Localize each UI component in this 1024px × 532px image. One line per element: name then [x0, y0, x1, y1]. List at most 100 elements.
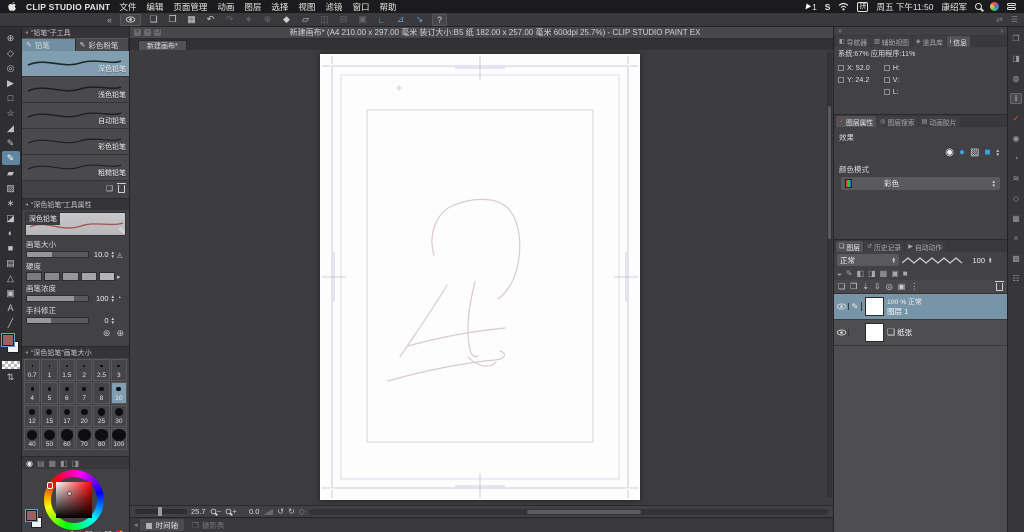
deselect-button[interactable]: ∗	[242, 14, 255, 26]
brush-size-15[interactable]: 15	[41, 405, 57, 427]
subtool-tab-1[interactable]: ✎铅笔	[22, 38, 76, 51]
property-slider[interactable]	[26, 295, 89, 302]
eraser-tool[interactable]: ◪	[2, 211, 20, 225]
siri-icon[interactable]	[990, 2, 999, 11]
stepper-icon[interactable]: ▲▼	[111, 295, 115, 302]
property-slider[interactable]	[26, 317, 89, 324]
close-window-button[interactable]: ×	[134, 29, 141, 36]
decoration-tool[interactable]: ∗	[2, 196, 20, 210]
divider-icon[interactable]: ⋮	[910, 282, 918, 291]
apply-mask-icon[interactable]: ▣	[898, 282, 906, 291]
airbrush-tool[interactable]: ▨	[2, 181, 20, 195]
menubar-user[interactable]: 康绍军	[941, 1, 967, 13]
menubar-clock[interactable]: 周五 下午11:50	[876, 1, 933, 13]
frame-border-tool[interactable]: ▣	[2, 286, 20, 300]
panel-menu-icon[interactable]: ☰	[1011, 15, 1018, 24]
material-paint-panel-icon[interactable]: ◍	[1010, 73, 1022, 84]
subtool-panel-header[interactable]: ◂“铅笔”子工具	[22, 27, 129, 38]
brush-tool[interactable]: ▰	[2, 166, 20, 180]
timeline-tab-时间轴[interactable]: ▦时间轴	[140, 519, 185, 531]
text-tool[interactable]: A	[2, 301, 20, 315]
navigate-tool[interactable]: ◎	[2, 61, 20, 75]
stepper-icon[interactable]: ▲▼	[111, 251, 115, 258]
brush-size-2[interactable]: 2	[76, 359, 92, 381]
menu-item-5[interactable]: 图层	[244, 1, 261, 13]
operation-tool[interactable]: ▶	[2, 76, 20, 90]
y-checkbox[interactable]	[838, 77, 844, 83]
tool-property-header[interactable]: ◂“深色铅笔”工具属性	[22, 199, 129, 210]
timeline-tab-摄影表[interactable]: ❐摄影表	[186, 519, 230, 531]
merge-down-icon[interactable]: ⇩	[874, 282, 881, 291]
sv-cursor[interactable]	[67, 491, 72, 496]
flip-vertical-button[interactable]: ⊟	[337, 14, 350, 26]
canvas-viewport[interactable]	[130, 50, 833, 505]
material-tone-panel-icon[interactable]: ▦	[1010, 213, 1022, 224]
menu-item-3[interactable]: 页面管理	[173, 1, 207, 13]
menu-item-6[interactable]: 选择	[271, 1, 288, 13]
menubar-app-name[interactable]: CLIP STUDIO PAINT	[26, 2, 110, 12]
border-effect-icon[interactable]: ◉	[945, 147, 954, 158]
open-file-button[interactable]: ❐	[166, 14, 179, 26]
eyedropper-tool[interactable]: ◢	[2, 121, 20, 135]
brush-size-80[interactable]: 80	[93, 428, 109, 450]
brush-size-40[interactable]: 40	[24, 428, 40, 450]
save-button[interactable]: ▦	[185, 14, 198, 26]
vertical-scrollbar[interactable]	[827, 52, 832, 498]
brush-size-header[interactable]: ◂“深色铅笔”画笔大小	[22, 347, 129, 358]
new-canvas-button[interactable]: ❏	[147, 14, 160, 26]
minimize-window-button[interactable]: −	[144, 29, 151, 36]
approximate-color-tab[interactable]: ◨	[72, 459, 80, 468]
menu-item-8[interactable]: 滤镜	[325, 1, 342, 13]
property-option-icon[interactable]: ◬	[117, 251, 125, 259]
stepper-icon[interactable]: ▲▼	[992, 180, 996, 187]
main-color-swatch[interactable]	[26, 510, 37, 521]
layer-property-tab-动画胶片[interactable]: ▤动画胶片	[919, 116, 960, 127]
layer-color-icon[interactable]: ■	[984, 147, 990, 158]
layer-property-panel-icon[interactable]: ✓	[1010, 113, 1022, 124]
enable-mask-icon[interactable]: ▦	[880, 269, 888, 278]
material-list-panel-icon[interactable]: ☷	[1010, 273, 1022, 284]
grid-button[interactable]: ▣	[356, 14, 369, 26]
add-subtool-icon[interactable]: ❏	[106, 184, 113, 193]
vertical-scrollbar-thumb[interactable]	[828, 106, 831, 240]
reset-view-button[interactable]: ◇	[299, 507, 305, 516]
horizontal-scrollbar-thumb[interactable]	[527, 510, 641, 514]
stepper-icon[interactable]: ▲▼	[996, 149, 1000, 156]
brush-size-1.5[interactable]: 1.5	[59, 359, 75, 381]
material-swirl-panel-icon[interactable]: ◉	[1010, 133, 1022, 144]
layer-visibility-cell[interactable]	[834, 329, 849, 336]
expand-panel-icon[interactable]: »	[838, 28, 842, 35]
brush-size-25[interactable]: 25	[93, 405, 109, 427]
menu-item-10[interactable]: 帮助	[379, 1, 396, 13]
zoom-tool[interactable]: ⊕	[2, 31, 20, 45]
material-bulb-panel-icon[interactable]: ◔	[1010, 153, 1022, 164]
info-panel-icon[interactable]: i	[1010, 93, 1022, 104]
brush-size-50[interactable]: 50	[41, 428, 57, 450]
subtool-item-5[interactable]: 粗糙铅笔	[22, 155, 129, 181]
redo-button[interactable]: ↷	[223, 14, 236, 26]
brush-size-17[interactable]: 17	[59, 405, 75, 427]
subtool-tab-2[interactable]: ✎彩色粉笔	[76, 38, 130, 51]
layer-property-tab-图层属性[interactable]: ✓图层属性	[836, 116, 876, 127]
expand-icon[interactable]: ▸	[117, 273, 125, 281]
panel-tab-信息[interactable]: i信息	[947, 36, 970, 47]
blend-mode-dropdown[interactable]: 正常 ▲▼	[837, 254, 899, 266]
v-checkbox[interactable]	[884, 77, 890, 83]
fill-button[interactable]: ◆	[280, 14, 293, 26]
snap-grid-button[interactable]: ↘	[413, 14, 426, 26]
panel-collapse-icon[interactable]: ◂	[134, 521, 138, 529]
panel-tab-导航器[interactable]: ◧导航器	[836, 36, 870, 47]
create-mask-icon[interactable]: ◎	[886, 282, 893, 291]
layer-row-2[interactable]: ❏纸张	[834, 320, 1007, 346]
transparent-color-swatch[interactable]	[2, 361, 20, 369]
brush-size-0.7[interactable]: 0.7	[24, 359, 40, 381]
apple-menu-icon[interactable]	[8, 1, 17, 12]
material-pattern-panel-icon[interactable]: ▩	[1010, 253, 1022, 264]
intermediate-color-tab[interactable]: ◧	[60, 459, 68, 468]
wrench-icon[interactable]: ✎	[118, 226, 126, 237]
clipping-icon[interactable]: ◒	[837, 269, 842, 278]
layer-visibility-cell[interactable]	[834, 303, 849, 310]
selection-tool[interactable]: □	[2, 91, 20, 105]
canvas-page[interactable]	[320, 54, 640, 500]
subtool-item-1[interactable]: 深色铅笔	[22, 51, 129, 77]
